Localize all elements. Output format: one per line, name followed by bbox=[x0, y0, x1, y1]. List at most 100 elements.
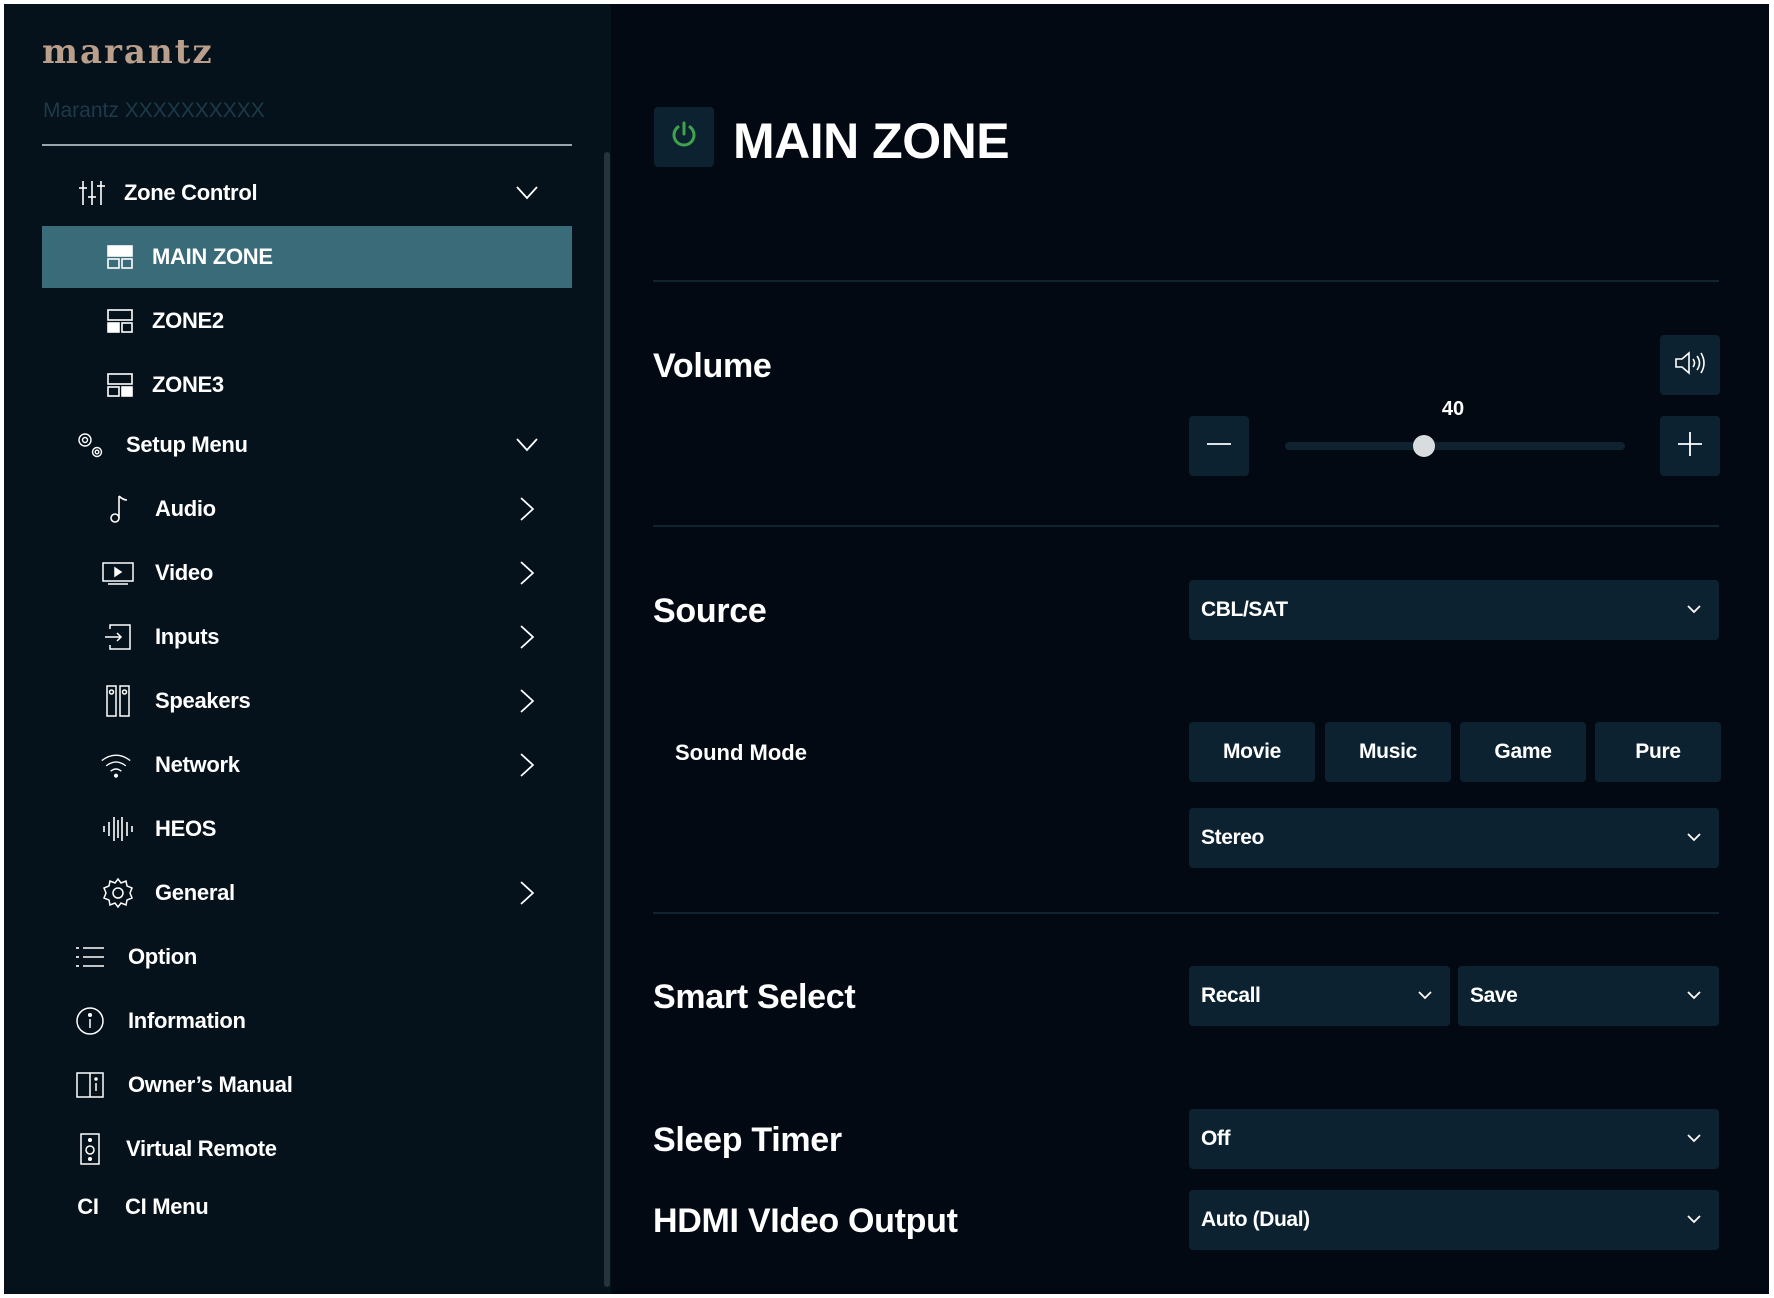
nav-general-label: General bbox=[155, 880, 235, 905]
nav-network[interactable]: Network bbox=[42, 734, 572, 796]
nav-zone2[interactable]: ZONE2 bbox=[42, 290, 572, 352]
volume-value: 40 bbox=[1441, 398, 1465, 420]
smart-select-recall-select[interactable]: Recall bbox=[1189, 966, 1450, 1026]
hdmi-video-output-select[interactable]: Auto (Dual) bbox=[1189, 1190, 1719, 1250]
wifi-icon bbox=[100, 749, 132, 781]
nav-virtual-remote[interactable]: Virtual Remote bbox=[42, 1118, 572, 1180]
sleep-timer-label: Sleep Timer bbox=[653, 1121, 842, 1159]
device-name: Marantz XXXXXXXXXX bbox=[43, 99, 265, 122]
input-icon bbox=[102, 621, 134, 653]
chevron-down-icon bbox=[1685, 828, 1703, 846]
nav-zone-control-label: Zone Control bbox=[124, 180, 258, 205]
nav-ci-menu-label: CI Menu bbox=[125, 1194, 209, 1219]
sound-mode-movie-button[interactable]: Movie bbox=[1189, 722, 1315, 782]
sound-mode-pure-button[interactable]: Pure bbox=[1595, 722, 1721, 782]
nav-main-zone-label: MAIN ZONE bbox=[152, 244, 273, 269]
chevron-right-icon[interactable] bbox=[516, 625, 538, 649]
smart-select-label: Smart Select bbox=[653, 978, 856, 1016]
source-label: Source bbox=[653, 592, 767, 630]
nav-video-label: Video bbox=[155, 560, 214, 585]
nav-audio[interactable]: Audio bbox=[42, 478, 572, 540]
nav-zone2-label: ZONE2 bbox=[152, 308, 224, 333]
volume-slider[interactable] bbox=[1285, 435, 1625, 457]
sidebar-scrollbar[interactable] bbox=[604, 152, 610, 1287]
sound-mode-value: Stereo bbox=[1201, 826, 1264, 849]
source-value: CBL/SAT bbox=[1201, 598, 1288, 621]
marantz-logo: marantz bbox=[42, 32, 214, 72]
chevron-down-icon[interactable] bbox=[516, 434, 538, 456]
sidebar-divider bbox=[42, 144, 572, 146]
section-divider bbox=[653, 525, 1719, 527]
smart-select-save-select[interactable]: Save bbox=[1458, 966, 1719, 1026]
power-button[interactable] bbox=[654, 107, 714, 167]
sliders-icon bbox=[76, 177, 108, 209]
smart-select-save-value: Save bbox=[1470, 984, 1518, 1007]
section-divider bbox=[653, 912, 1719, 914]
page-title: MAIN ZONE bbox=[733, 113, 1010, 169]
volume-down-button[interactable] bbox=[1189, 416, 1249, 476]
sleep-timer-value: Off bbox=[1201, 1127, 1231, 1150]
nav-information[interactable]: Information bbox=[42, 990, 572, 1052]
speaker-volume-icon bbox=[1674, 349, 1706, 382]
zone-icon bbox=[104, 305, 136, 337]
nav-zone3-label: ZONE3 bbox=[152, 372, 224, 397]
section-divider bbox=[653, 280, 1719, 282]
chevron-right-icon[interactable] bbox=[516, 497, 538, 521]
sidebar: marantz Marantz XXXXXXXXXX Zone Control bbox=[4, 4, 611, 1294]
volume-label: Volume bbox=[653, 347, 772, 385]
chevron-down-icon bbox=[1685, 986, 1703, 1004]
chevron-down-icon[interactable] bbox=[516, 182, 538, 204]
gears-icon bbox=[74, 429, 106, 461]
chevron-right-icon[interactable] bbox=[516, 753, 538, 777]
chevron-down-icon bbox=[1685, 1129, 1703, 1147]
nav-setup-menu-label: Setup Menu bbox=[126, 432, 248, 457]
volume-up-button[interactable] bbox=[1660, 416, 1720, 476]
chevron-right-icon[interactable] bbox=[516, 881, 538, 905]
power-icon bbox=[669, 120, 699, 155]
nav-zone3[interactable]: ZONE3 bbox=[42, 354, 572, 416]
book-icon bbox=[74, 1069, 106, 1101]
nav-inputs[interactable]: Inputs bbox=[42, 606, 572, 668]
nav-network-label: Network bbox=[155, 752, 240, 777]
sound-mode-label: Sound Mode bbox=[675, 740, 807, 765]
chevron-right-icon[interactable] bbox=[516, 561, 538, 585]
chevron-right-icon[interactable] bbox=[516, 689, 538, 713]
heos-icon bbox=[102, 813, 134, 845]
nav-owners-manual-label: Owner’s Manual bbox=[128, 1072, 293, 1097]
nav-heos[interactable]: HEOS bbox=[42, 798, 572, 860]
nav-general[interactable]: General bbox=[42, 862, 572, 924]
nav-speakers-label: Speakers bbox=[155, 688, 251, 713]
hdmi-video-output-label: HDMI VIdeo Output bbox=[653, 1202, 958, 1240]
chevron-down-icon bbox=[1685, 600, 1703, 618]
nav-main-zone[interactable]: MAIN ZONE bbox=[42, 226, 572, 288]
sound-mode-select[interactable]: Stereo bbox=[1189, 808, 1719, 868]
speakers-icon bbox=[102, 685, 134, 717]
nav-video[interactable]: Video bbox=[42, 542, 572, 604]
zone-icon bbox=[104, 241, 136, 273]
nav-option[interactable]: Option bbox=[42, 926, 572, 988]
chevron-down-icon bbox=[1685, 1210, 1703, 1228]
app-window: marantz Marantz XXXXXXXXXX Zone Control bbox=[4, 4, 1769, 1294]
hdmi-video-output-value: Auto (Dual) bbox=[1201, 1208, 1310, 1231]
mute-button[interactable] bbox=[1660, 335, 1720, 395]
nav-ci-menu[interactable]: CI CI Menu bbox=[42, 1176, 572, 1238]
plus-icon bbox=[1677, 431, 1703, 462]
sound-mode-game-button[interactable]: Game bbox=[1460, 722, 1586, 782]
volume-slider-thumb[interactable] bbox=[1412, 435, 1435, 457]
gear-icon bbox=[102, 877, 134, 909]
nav-audio-label: Audio bbox=[155, 496, 216, 521]
nav-zone-control[interactable]: Zone Control bbox=[42, 162, 572, 224]
nav-option-label: Option bbox=[128, 944, 198, 969]
nav-setup-menu[interactable]: Setup Menu bbox=[42, 414, 572, 476]
info-icon bbox=[74, 1005, 106, 1037]
smart-select-recall-value: Recall bbox=[1201, 984, 1261, 1007]
video-icon bbox=[102, 557, 134, 589]
source-select[interactable]: CBL/SAT bbox=[1189, 580, 1719, 640]
chevron-down-icon bbox=[1416, 986, 1434, 1004]
zone-icon bbox=[104, 369, 136, 401]
sleep-timer-select[interactable]: Off bbox=[1189, 1109, 1719, 1169]
nav-owners-manual[interactable]: Owner’s Manual bbox=[42, 1054, 572, 1116]
sound-mode-music-button[interactable]: Music bbox=[1325, 722, 1451, 782]
ci-icon: CI bbox=[77, 1194, 99, 1219]
nav-speakers[interactable]: Speakers bbox=[42, 670, 572, 732]
